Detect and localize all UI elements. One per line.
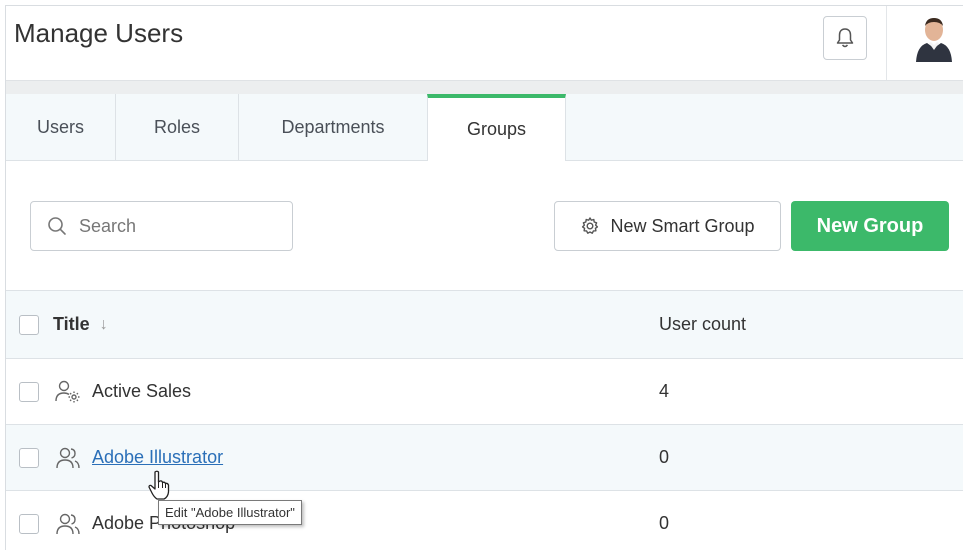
group-title[interactable]: Active Sales [92, 381, 191, 402]
select-all-checkbox[interactable] [19, 314, 39, 335]
group-icon [53, 510, 83, 538]
gear-icon [582, 217, 599, 234]
new-smart-group-label: New Smart Group [610, 215, 755, 236]
column-header-title[interactable]: Title ↓ [53, 314, 108, 335]
search-icon [48, 217, 66, 235]
sort-arrow-down-icon: ↓ [99, 315, 108, 333]
tab-departments[interactable]: Departments [239, 94, 428, 160]
bell-icon [836, 28, 854, 48]
table-row: Active Sales 4 [6, 358, 963, 424]
new-group-button[interactable]: New Group [791, 201, 949, 251]
new-smart-group-button[interactable]: New Smart Group [554, 201, 781, 251]
search-box[interactable] [30, 201, 293, 251]
app-window: Manage Users Users Roles Departments Gro… [0, 0, 963, 550]
tab-roles[interactable]: Roles [116, 94, 239, 160]
page-title: Manage Users [14, 18, 184, 48]
edit-tooltip: Edit "Adobe Illustrator" [158, 500, 302, 525]
user-count: 0 [659, 447, 670, 467]
notifications-button[interactable] [823, 16, 867, 60]
header-divider [886, 6, 887, 80]
groups-table: Title ↓ User count Active Sales 4 Adobe … [6, 290, 963, 550]
search-input[interactable] [77, 214, 281, 238]
header-separator-band [6, 80, 963, 94]
hand-pointer-cursor-icon [148, 470, 170, 500]
group-icon [53, 444, 83, 472]
row-checkbox[interactable] [19, 447, 39, 468]
row-checkbox[interactable] [19, 513, 39, 534]
group-title-link[interactable]: Adobe Illustrator [92, 447, 223, 468]
user-count: 4 [659, 381, 670, 401]
user-count: 0 [659, 513, 670, 533]
page-header: Manage Users [6, 6, 963, 80]
row-checkbox[interactable] [19, 381, 39, 402]
tab-groups[interactable]: Groups [427, 94, 566, 161]
column-header-title-label: Title [53, 314, 90, 334]
user-avatar[interactable] [914, 14, 954, 62]
tab-bar: Users Roles Departments Groups [6, 94, 963, 161]
column-header-user-count: User count [659, 314, 747, 334]
tab-users[interactable]: Users [6, 94, 116, 160]
main-panel: Manage Users Users Roles Departments Gro… [5, 5, 963, 550]
table-header-row: Title ↓ User count [6, 290, 963, 358]
smart-group-icon [53, 378, 83, 406]
